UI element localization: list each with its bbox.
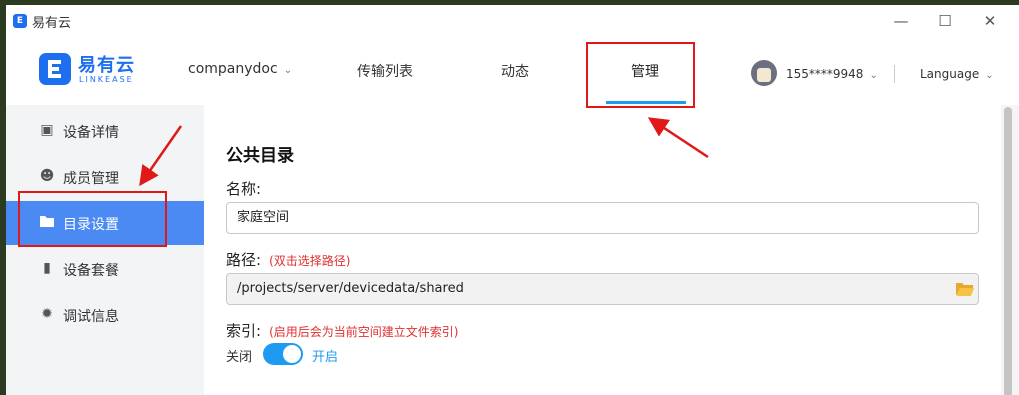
annotation-arrows (139, 117, 709, 187)
app-window: E 易有云 — ☐ ✕ 易有云 LINKEASE companydoc ⌄ 传输列… (6, 5, 1019, 395)
annotation-arrow-manage (647, 117, 709, 159)
annotation-arrow-directory (139, 125, 183, 187)
